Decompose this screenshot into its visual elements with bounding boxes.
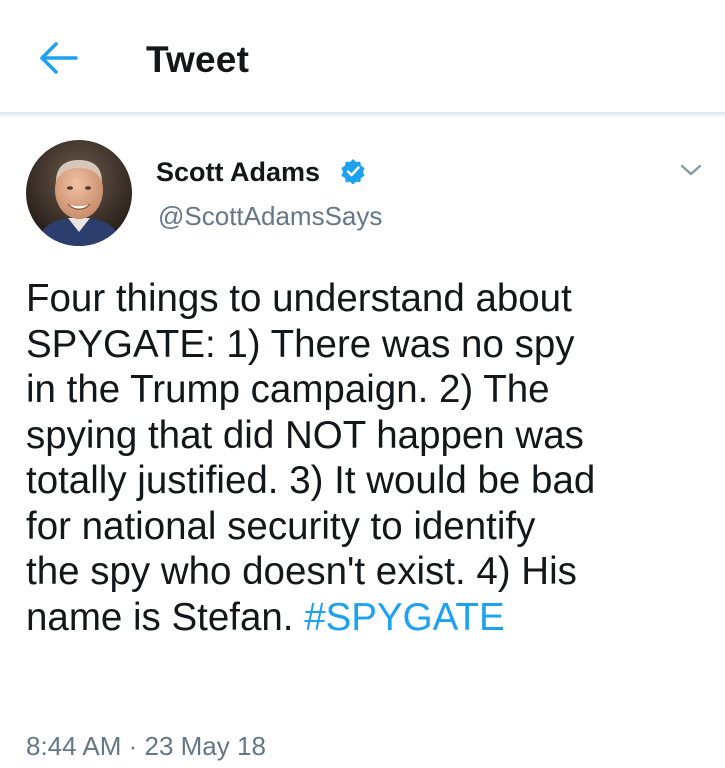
- tweet-text-fragment: name is Stefan.: [26, 595, 305, 639]
- tweet-text-line: for national security to identify: [26, 504, 536, 548]
- tweet-text: Four things to understand about SPYGATE:…: [26, 276, 716, 640]
- arrow-left-icon: [40, 42, 78, 74]
- avatar-image: [26, 140, 132, 246]
- hashtag-link[interactable]: #SPYGATE: [304, 596, 504, 639]
- tweet-detail: Scott Adams @ScottAdamsSays Four things …: [0, 114, 725, 768]
- chevron-down-icon: [680, 164, 702, 176]
- tweet-text-line-last: name is Stefan. #SPYGATE: [26, 595, 716, 641]
- tweet-text-line: spying that did NOT happen was: [26, 413, 584, 457]
- tweet-menu-button[interactable]: [676, 160, 706, 180]
- tweet-text-line: Four things to understand about: [26, 277, 572, 320]
- tweet-text-line: the spy who doesn't exist. 4) His: [26, 550, 577, 593]
- top-bar: Tweet: [0, 0, 725, 114]
- tweet-text-line: totally justified. 3) It would be bad: [26, 459, 596, 502]
- verified-badge-icon: [341, 159, 365, 184]
- author-handle[interactable]: @ScottAdamsSays: [158, 200, 382, 232]
- tweet-text-line: in the Trump campaign. 2) The: [26, 368, 550, 411]
- page-title: Tweet: [146, 39, 250, 80]
- tweet-text-line: SPYGATE: 1) There was no spy: [26, 322, 575, 366]
- back-button[interactable]: [34, 36, 82, 80]
- author-name[interactable]: Scott Adams: [156, 156, 320, 188]
- avatar[interactable]: [26, 140, 132, 246]
- tweet-timestamp: 8:44 AM · 23 May 18: [26, 731, 266, 761]
